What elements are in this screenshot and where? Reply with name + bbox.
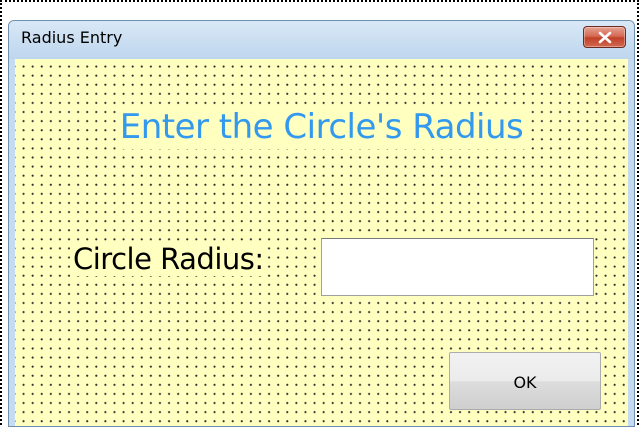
- userform-window: Radius Entry Enter the Circle's Radius C…: [8, 20, 635, 427]
- ok-button-label: OK: [513, 372, 537, 392]
- close-x-icon: [598, 31, 612, 44]
- circle-radius-input[interactable]: [321, 238, 594, 296]
- form-heading: Enter the Circle's Radius: [15, 105, 628, 149]
- form-heading-text: Enter the Circle's Radius: [115, 105, 528, 149]
- close-button[interactable]: [583, 26, 626, 48]
- designer-canvas: Radius Entry Enter the Circle's Radius C…: [0, 0, 639, 427]
- window-title: Radius Entry: [21, 28, 123, 47]
- ok-button[interactable]: OK: [449, 352, 601, 410]
- form-client-area: Enter the Circle's Radius Circle Radius:…: [15, 59, 628, 426]
- circle-radius-label: Circle Radius:: [70, 242, 267, 276]
- title-bar[interactable]: Radius Entry: [9, 21, 634, 59]
